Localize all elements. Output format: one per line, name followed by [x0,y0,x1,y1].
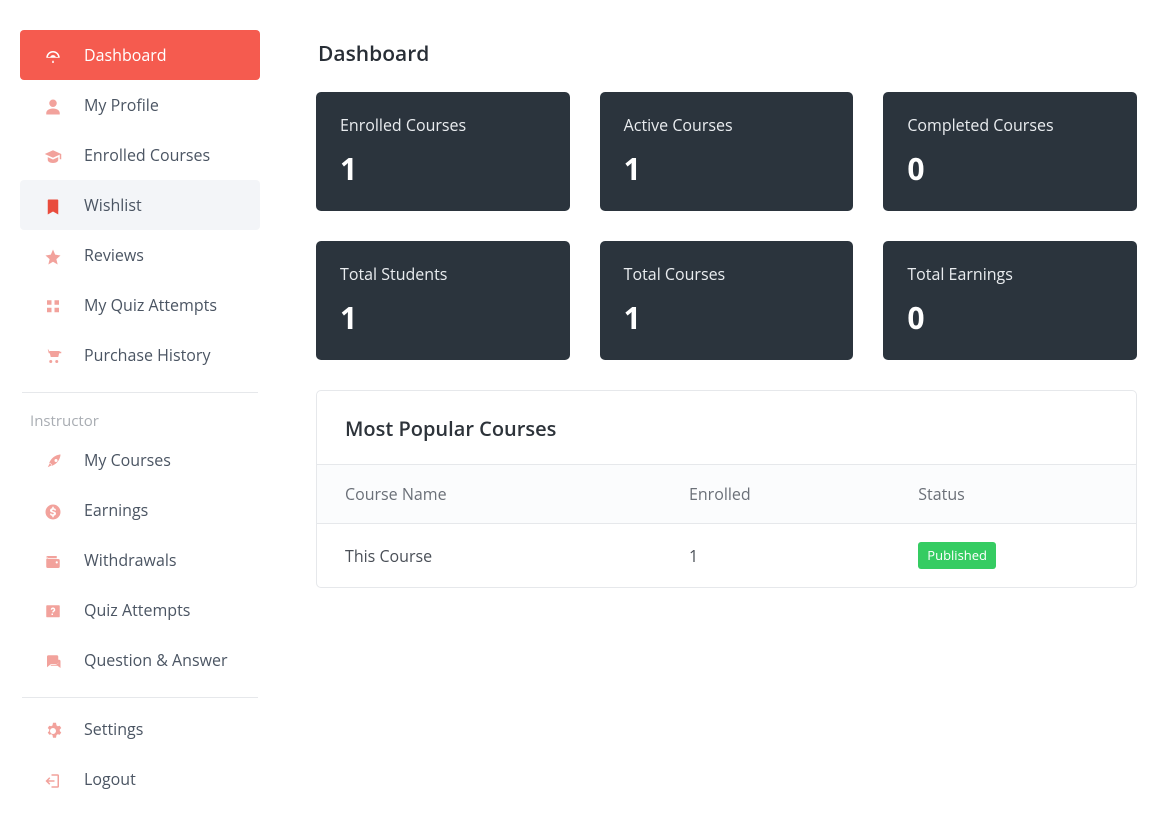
dollar-icon [42,499,64,521]
quiz-icon [42,294,64,316]
sidebar-item-logout[interactable]: Logout [20,754,260,804]
col-enrolled: Enrolled [661,465,890,524]
sidebar-item-my-quiz-attempts[interactable]: My Quiz Attempts [20,280,260,330]
cell-status: Published [890,524,1136,588]
sidebar-item-question-answer[interactable]: Question & Answer [20,635,260,685]
status-badge: Published [918,542,996,569]
sidebar-item-wishlist[interactable]: Wishlist [20,180,260,230]
table-row[interactable]: This Course 1 Published [317,524,1136,588]
sidebar-item-label: Enrolled Courses [84,144,210,166]
sidebar-item-settings[interactable]: Settings [20,704,260,754]
table-header-row: Course Name Enrolled Status [317,465,1136,524]
stat-completed-courses: Completed Courses 0 [883,92,1137,211]
stat-value: 1 [340,148,546,189]
sidebar-item-label: Earnings [84,499,148,521]
stat-value: 1 [340,297,546,338]
cell-course-name: This Course [317,524,661,588]
logout-icon [42,768,64,790]
sidebar-separator [22,697,258,698]
stat-label: Total Courses [624,263,830,285]
popular-courses-panel: Most Popular Courses Course Name Enrolle… [316,390,1137,588]
sidebar-item-label: Reviews [84,244,144,266]
sidebar-item-quiz-attempts[interactable]: Quiz Attempts [20,585,260,635]
sidebar-item-my-profile[interactable]: My Profile [20,80,260,130]
cell-enrolled: 1 [661,524,890,588]
stat-total-students: Total Students 1 [316,241,570,360]
stat-value: 1 [624,297,830,338]
sidebar-item-label: Logout [84,768,136,790]
col-course-name: Course Name [317,465,661,524]
sidebar-separator [22,392,258,393]
stat-total-courses: Total Courses 1 [600,241,854,360]
sidebar-item-enrolled-courses[interactable]: Enrolled Courses [20,130,260,180]
stat-label: Total Earnings [907,263,1113,285]
stat-value: 1 [624,148,830,189]
stat-label: Enrolled Courses [340,114,546,136]
sidebar-item-label: Dashboard [84,44,167,66]
sidebar-item-reviews[interactable]: Reviews [20,230,260,280]
main-content: Dashboard Enrolled Courses 1 Active Cour… [280,0,1173,588]
stat-label: Total Students [340,263,546,285]
graduation-icon [42,144,64,166]
panel-title: Most Popular Courses [317,391,1136,464]
gear-icon [42,718,64,740]
col-status: Status [890,465,1136,524]
cart-icon [42,344,64,366]
popular-courses-table: Course Name Enrolled Status This Course … [317,464,1136,587]
sidebar-item-purchase-history[interactable]: Purchase History [20,330,260,380]
dashboard-icon [42,44,64,66]
sidebar-item-earnings[interactable]: Earnings [20,485,260,535]
sidebar-item-label: Withdrawals [84,549,177,571]
sidebar-item-label: My Courses [84,449,171,471]
sidebar-item-label: Question & Answer [84,649,228,671]
sidebar-item-dashboard[interactable]: Dashboard [20,30,260,80]
sidebar-item-label: My Quiz Attempts [84,294,217,316]
sidebar-heading-instructor: Instructor [0,399,280,435]
wallet-icon [42,549,64,571]
sidebar-item-label: Quiz Attempts [84,599,190,621]
user-icon [42,94,64,116]
stat-total-earnings: Total Earnings 0 [883,241,1137,360]
stat-enrolled-courses: Enrolled Courses 1 [316,92,570,211]
page-title: Dashboard [318,40,1137,68]
sidebar-item-label: My Profile [84,94,159,116]
stat-label: Active Courses [624,114,830,136]
stat-value: 0 [907,297,1113,338]
sidebar-item-label: Settings [84,718,143,740]
bookmark-icon [42,194,64,216]
sidebar-item-label: Purchase History [84,344,210,366]
sidebar: Dashboard My Profile Enrolled Courses Wi… [0,0,280,824]
sidebar-item-withdrawals[interactable]: Withdrawals [20,535,260,585]
qa-icon [42,649,64,671]
sidebar-item-label: Wishlist [84,194,142,216]
stat-active-courses: Active Courses 1 [600,92,854,211]
star-icon [42,244,64,266]
sidebar-item-my-courses[interactable]: My Courses [20,435,260,485]
stat-label: Completed Courses [907,114,1113,136]
stats-grid: Enrolled Courses 1 Active Courses 1 Comp… [316,92,1137,360]
stat-value: 0 [907,148,1113,189]
question-icon [42,599,64,621]
rocket-icon [42,449,64,471]
